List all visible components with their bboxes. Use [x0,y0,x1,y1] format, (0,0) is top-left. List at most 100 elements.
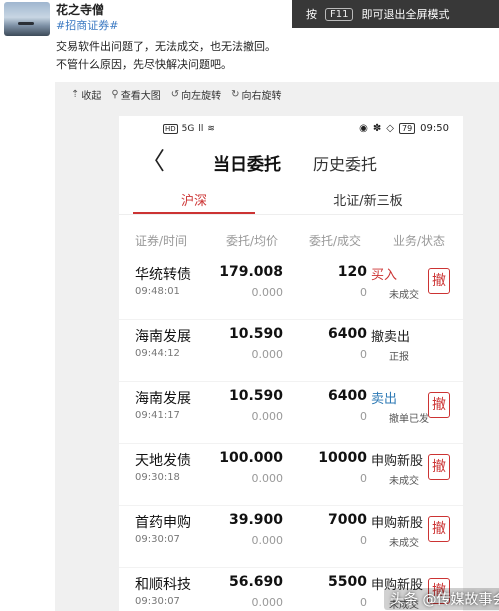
vibrate-icon: ◇ [386,123,394,134]
header-order-avg: 委托/均价 [226,234,279,248]
rotate-right-icon: ↻ [231,89,240,100]
order-qty: 120 [337,264,367,280]
security-name: 海南发展 [135,329,191,345]
order-time: 09:30:07 [135,596,180,607]
status-bar: HD 5G ll ≋ ◉ ✽ ◇ 79 09:50 [119,116,463,144]
table-row[interactable]: 华统转债 09:48:01 179.008 0.000 120 0 买入 未成交撤 [119,262,463,324]
order-state: 未成交 [389,538,419,549]
order-time: 09:48:01 [135,286,180,297]
header-biz-status: 业务/状态 [393,234,446,248]
avg-price: 0.000 [251,472,284,485]
post-text-line-1: 交易软件出问题了，无法成交，也无法撤回。 [56,40,276,53]
rotate-right-label: 向右旋转 [241,91,282,102]
biz-type: 申购新股 [371,454,424,469]
order-price: 10.590 [228,326,283,342]
avg-price: 0.000 [251,286,284,299]
order-state: 撤单已发 [389,414,429,425]
phone-screenshot[interactable]: HD 5G ll ≋ ◉ ✽ ◇ 79 09:50 〈 当日委托 历史委托 沪深… [119,116,463,611]
tab-history-orders[interactable]: 历史委托 [313,151,377,175]
topic-link[interactable]: #招商证券# [56,17,118,33]
tab-today-orders[interactable]: 当日委托 [213,150,281,175]
order-price: 56.690 [228,574,283,590]
row-divider [119,319,463,320]
status-left: HD 5G ll ≋ [163,124,215,134]
header-order-filled: 委托/成交 [309,234,362,248]
row-divider [119,381,463,382]
avg-price: 0.000 [251,348,284,361]
order-qty: 5500 [328,574,367,590]
order-price: 179.008 [219,264,283,280]
filled-qty: 0 [360,534,367,547]
collapse-label: 收起 [81,91,102,102]
order-state: 正报 [389,352,409,363]
market-tabs: 沪深 北证/新三板 [119,184,463,216]
nav-bar: 〈 当日委托 历史委托 [119,144,463,184]
order-state: 未成交 [389,476,419,487]
avg-price: 0.000 [251,534,284,547]
order-state: 未成交 [389,290,419,301]
tab-beijing-neeq[interactable]: 北证/新三板 [303,190,433,209]
filled-qty: 0 [360,596,367,609]
table-row[interactable]: 首药申购 09:30:07 39.900 0.000 7000 0 申购新股 未成交撤 [119,510,463,572]
header-security-time: 证券/时间 [135,234,188,248]
back-arrow-icon[interactable]: 〈 [141,146,165,176]
order-qty: 7000 [328,512,367,528]
security-name: 天地发债 [135,453,191,469]
fullscreen-hint-text: 即可退出全屏模式 [361,8,450,21]
viewer-toolbar: ⇡ 收起 ⚲ 查看大图 ↺ 向左旋转 ↻ 向右旋转 [55,82,499,107]
signal-5g-icon: 5G [181,124,195,134]
biz-type: 申购新股 [371,516,424,531]
hd-icon: HD [163,124,178,134]
row-divider [119,505,463,506]
table-header: 证券/时间 委托/均价 委托/成交 业务/状态 [119,232,463,252]
author-name[interactable]: 花之寺僧 [56,1,104,18]
collapse-icon: ⇡ [71,89,80,100]
row-divider [119,567,463,568]
security-name: 和顺科技 [135,577,191,593]
order-price: 39.900 [228,512,283,528]
status-time: 09:50 [420,123,449,134]
eye-icon: ◉ [359,123,368,134]
avatar[interactable] [4,2,50,36]
biz-type: 卖出 [371,392,398,407]
bluetooth-icon: ✽ [372,123,382,134]
order-time: 09:41:17 [135,410,180,421]
security-name: 华统转债 [135,267,191,283]
battery-icon: 79 [398,123,416,134]
rotate-right-button[interactable]: ↻ 向右旋转 [231,87,281,102]
biz-type: 撤卖出 [371,330,411,345]
rotate-left-icon: ↺ [170,89,180,100]
biz-type: 买入 [371,268,398,283]
status-right: ◉ ✽ ◇ 79 09:50 [359,123,449,134]
cancel-order-button[interactable]: 撤 [428,516,450,542]
tab-divider [119,214,463,215]
rotate-left-label: 向左旋转 [181,91,222,102]
signal-bars-icon: ll [198,124,204,134]
order-qty: 10000 [318,450,367,466]
avatar-boat-image [18,22,34,25]
f11-key: F11 [325,7,354,21]
order-time: 09:44:12 [135,348,180,359]
table-row[interactable]: 海南发展 09:41:17 10.590 0.000 6400 0 卖出 撤单已发撤 [119,386,463,448]
wifi-icon: ≋ [207,124,215,134]
cancel-order-button[interactable]: 撤 [428,454,450,480]
filled-qty: 0 [360,410,367,423]
collapse-button[interactable]: ⇡ 收起 [71,87,101,102]
order-price: 10.590 [228,388,283,404]
fullscreen-hint-prefix: 按 [306,8,317,21]
watermark: 头条 @传媒故事会 [384,588,499,610]
avg-price: 0.000 [251,410,284,423]
filled-qty: 0 [360,472,367,485]
cancel-order-button[interactable]: 撤 [428,392,450,418]
rotate-left-button[interactable]: ↺ 向左旋转 [171,87,221,102]
row-divider [119,443,463,444]
table-row[interactable]: 天地发债 09:30:18 100.000 0.000 10000 0 申购新股 未成交撤 [119,448,463,510]
cancel-order-button[interactable]: 撤 [428,268,450,294]
tab-shanghai-shenzhen[interactable]: 沪深 [133,190,255,209]
fullscreen-hint: 按 F11 即可退出全屏模式 [292,0,499,28]
table-row[interactable]: 海南发展 09:44:12 10.590 0.000 6400 0 撤卖出 正报 [119,324,463,386]
order-price: 100.000 [219,450,283,466]
view-large-button[interactable]: ⚲ 查看大图 [111,87,160,102]
security-name: 首药申购 [135,515,191,531]
avg-price: 0.000 [251,596,284,609]
